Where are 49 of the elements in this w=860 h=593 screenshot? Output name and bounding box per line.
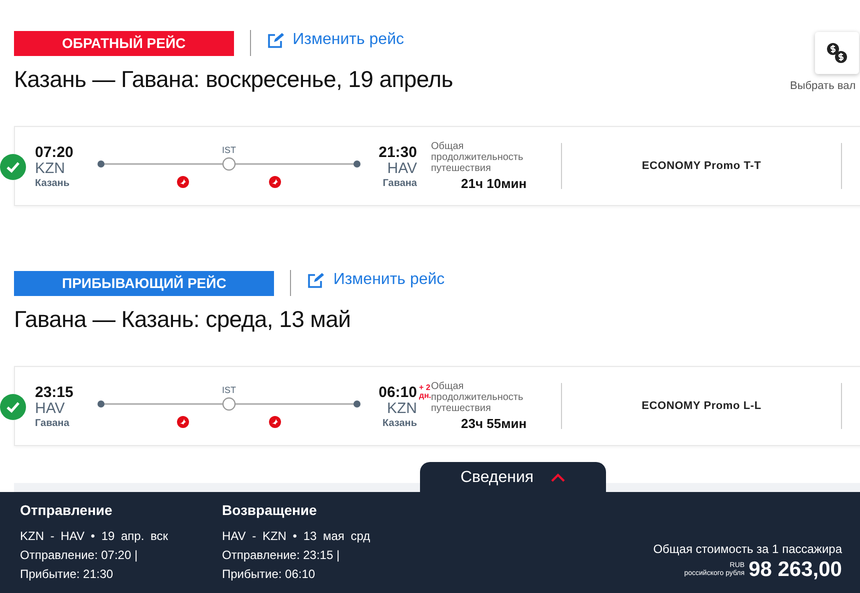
details-tab[interactable]: Сведения — [420, 462, 606, 493]
total-price: 98 263,00 — [748, 558, 842, 582]
airline-logo-icon — [269, 416, 281, 428]
duration-label: Общая продолжительность путешествия — [431, 141, 524, 174]
currency-label: Выбрать вал — [790, 80, 856, 92]
edit-icon — [266, 32, 284, 48]
summary-arrival: Прибытие: 06:10 — [222, 566, 316, 583]
route-title: Гавана — Казань: среда, 13 май — [14, 306, 351, 333]
fare-class: ECONOMY Promo T-T — [640, 160, 762, 172]
arrival-time: 21:30 — [378, 144, 417, 160]
fare-class: ECONOMY Promo L-L — [640, 400, 762, 412]
day-shift-label: + 2 дн. — [419, 384, 432, 400]
stop-code: IST — [222, 384, 236, 394]
arrival-city: Гавана — [382, 178, 417, 188]
arrival-code: KZN — [387, 400, 417, 416]
change-flight-link[interactable]: Изменить рейс — [266, 31, 404, 49]
duration-label: Общая продолжительность путешествия — [431, 381, 524, 414]
summary-heading: Отправление — [20, 502, 114, 518]
summary-heading: Возвращение — [222, 502, 318, 518]
arrival-code: HAV — [387, 160, 417, 176]
departure-city: Гавана — [35, 418, 70, 428]
airline-logo-icon — [269, 176, 281, 188]
stop-code: IST — [222, 144, 236, 154]
currency-exchange-button[interactable] — [815, 32, 859, 74]
arrival-time: 06:10 — [378, 384, 417, 400]
departure-time: 23:15 — [35, 384, 74, 400]
duration-value: 23ч 55мин — [461, 416, 527, 431]
caret-icon — [550, 472, 566, 482]
airline-logo-icon — [177, 416, 189, 428]
summary-route: KZN - HAV • 19 апр. вск — [20, 528, 170, 545]
departure-city: Казань — [35, 178, 70, 188]
departure-code: HAV — [35, 400, 66, 416]
departure-code: KZN — [35, 160, 66, 176]
airline-logo-icon — [177, 176, 189, 188]
departure-time: 07:20 — [35, 144, 74, 160]
summary-departure: Отправление: 23:15 | — [222, 547, 341, 564]
duration-value: 21ч 10мин — [461, 176, 527, 191]
flight-badge: ПРИБЫВАЮЩИЙ РЕЙС — [14, 270, 274, 296]
change-flight-link[interactable]: Изменить рейс — [307, 271, 445, 289]
currency-exchange-icon — [825, 41, 849, 65]
summary-departure: Отправление: 07:20 | — [20, 547, 139, 564]
arrival-city: Казань — [382, 418, 417, 428]
edit-icon — [307, 272, 324, 288]
flight-badge: ОБРАТНЫЙ РЕЙС — [14, 30, 234, 56]
flight-card[interactable]: 07:20 KZN Казань IST 21:30 HAV Гавана Общая продолжительность путешествия 21ч 10мин ECONOMY Promo T-T — [14, 126, 860, 206]
total-price-label: Общая стоимость за 1 пассажира — [653, 542, 842, 556]
route-title: Казань — Гавана: воскресенье, 19 апрель — [14, 66, 453, 93]
summary-arrival: Прибытие: 21:30 — [20, 566, 114, 583]
summary-route: HAV - KZN • 13 мая срд — [222, 528, 372, 545]
